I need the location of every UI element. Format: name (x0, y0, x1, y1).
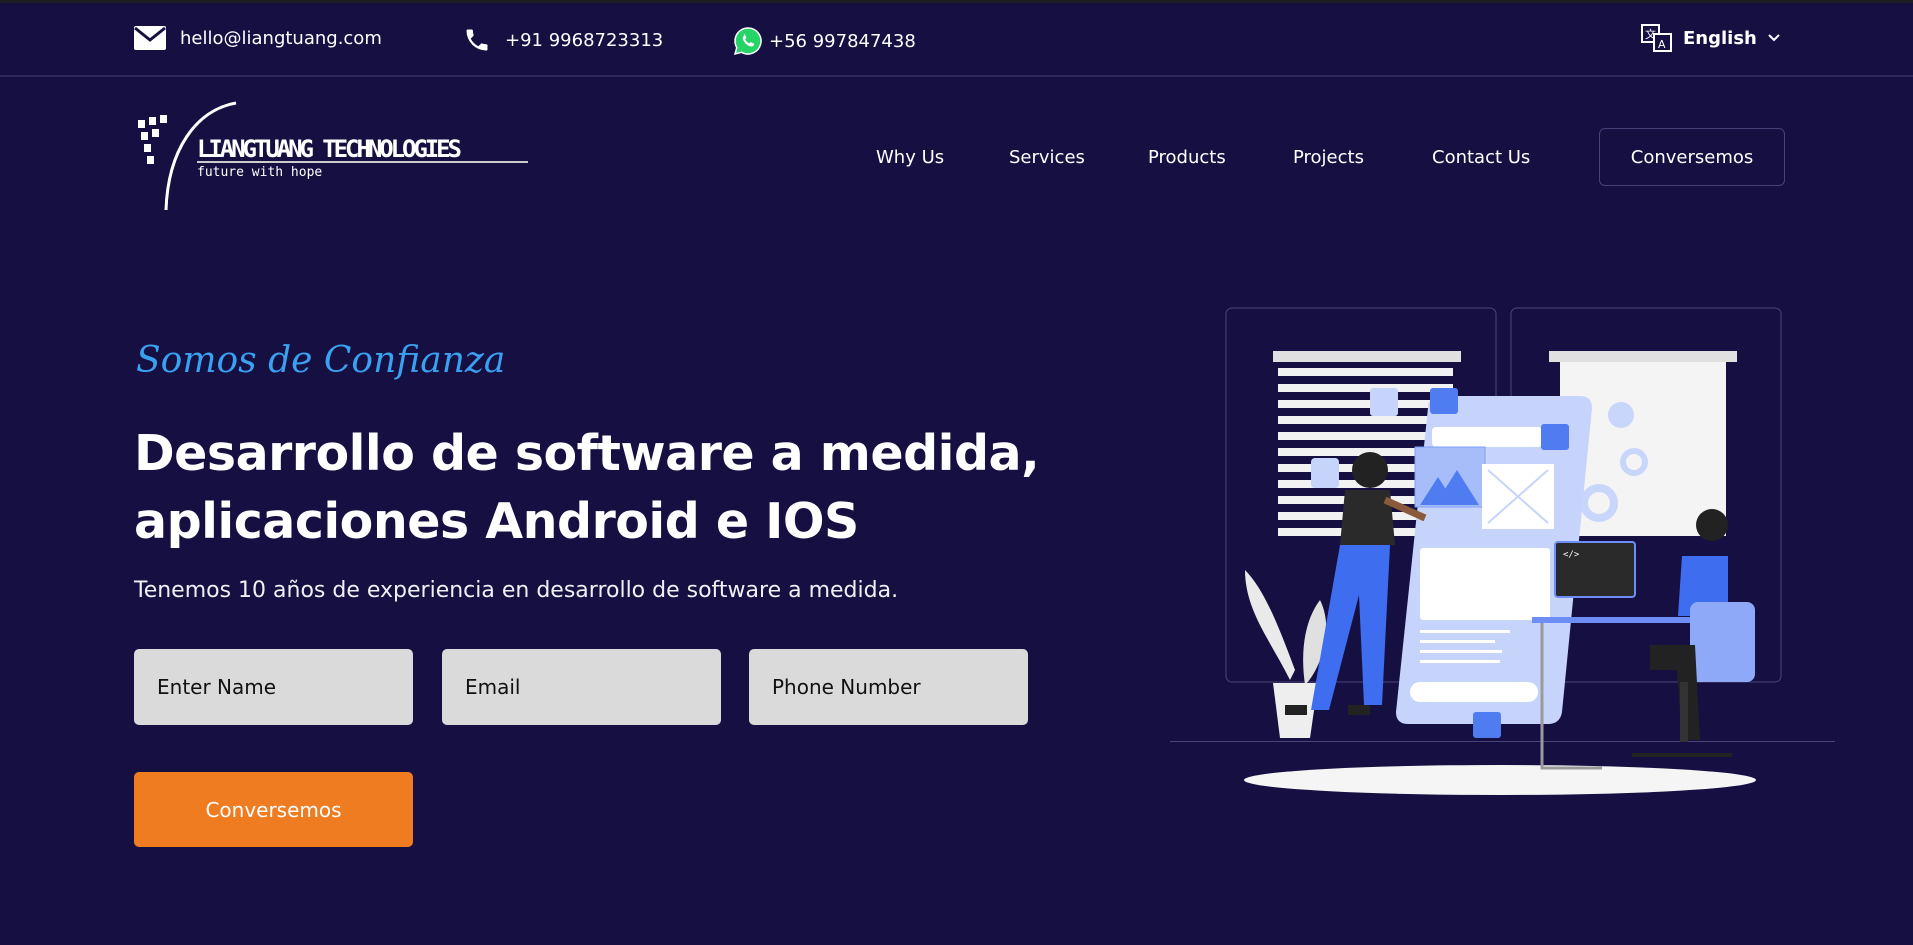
phone-icon (466, 29, 488, 51)
chevron-down-icon (1768, 34, 1780, 42)
hero-subtitle: Tenemos 10 años de experiencia en desarr… (134, 578, 899, 603)
whatsapp-contact[interactable]: +56 997847438 (733, 26, 916, 56)
logo-mark: LIANGTUANG TECHNOLOGIES future with hope (138, 101, 528, 211)
nav-services[interactable]: Services (1009, 147, 1085, 168)
hero-title-line1: Desarrollo de software a medida, (134, 425, 1040, 482)
floor-shadow (1244, 765, 1756, 795)
nav-projects[interactable]: Projects (1293, 147, 1364, 168)
phone-contact[interactable]: +91 9968723313 (463, 26, 663, 54)
translate-icon: 文A (1641, 24, 1672, 52)
language-selector[interactable]: 文A English (1641, 24, 1781, 52)
floor-line (1170, 741, 1835, 742)
hero-illustration: </> (1170, 307, 1835, 795)
phone-text: +91 9968723313 (505, 29, 664, 51)
nav-contact-us[interactable]: Contact Us (1432, 147, 1530, 168)
logo-wordmark: LIANGTUANG TECHNOLOGIES (197, 135, 462, 163)
email-input[interactable] (442, 649, 721, 725)
phone-input[interactable] (749, 649, 1028, 725)
svg-text:</>: </> (1563, 550, 1580, 560)
email-contact[interactable]: hello@liangtuang.com (134, 26, 382, 50)
hero-title: Desarrollo de software a medida, aplicac… (134, 420, 1040, 556)
email-text: hello@liangtuang.com (180, 27, 382, 49)
name-input[interactable] (134, 649, 413, 725)
svg-text:A: A (1658, 38, 1666, 51)
logo-slogan: future with hope (197, 165, 322, 180)
submit-conversemos-button[interactable]: Conversemos (134, 772, 413, 847)
envelope-icon (134, 26, 166, 50)
logo[interactable]: LIANGTUANG TECHNOLOGIES future with hope (136, 100, 536, 212)
header-conversemos-button[interactable]: Conversemos (1599, 128, 1785, 186)
whatsapp-text: +56 997847438 (769, 30, 916, 52)
language-label: English (1683, 27, 1757, 49)
nav-products[interactable]: Products (1148, 147, 1226, 168)
hero-title-line2: aplicaciones Android e IOS (134, 493, 859, 550)
hero-tagline: Somos de Confianza (136, 340, 506, 381)
whatsapp-icon (733, 27, 762, 56)
nav-why-us[interactable]: Why Us (876, 147, 944, 168)
